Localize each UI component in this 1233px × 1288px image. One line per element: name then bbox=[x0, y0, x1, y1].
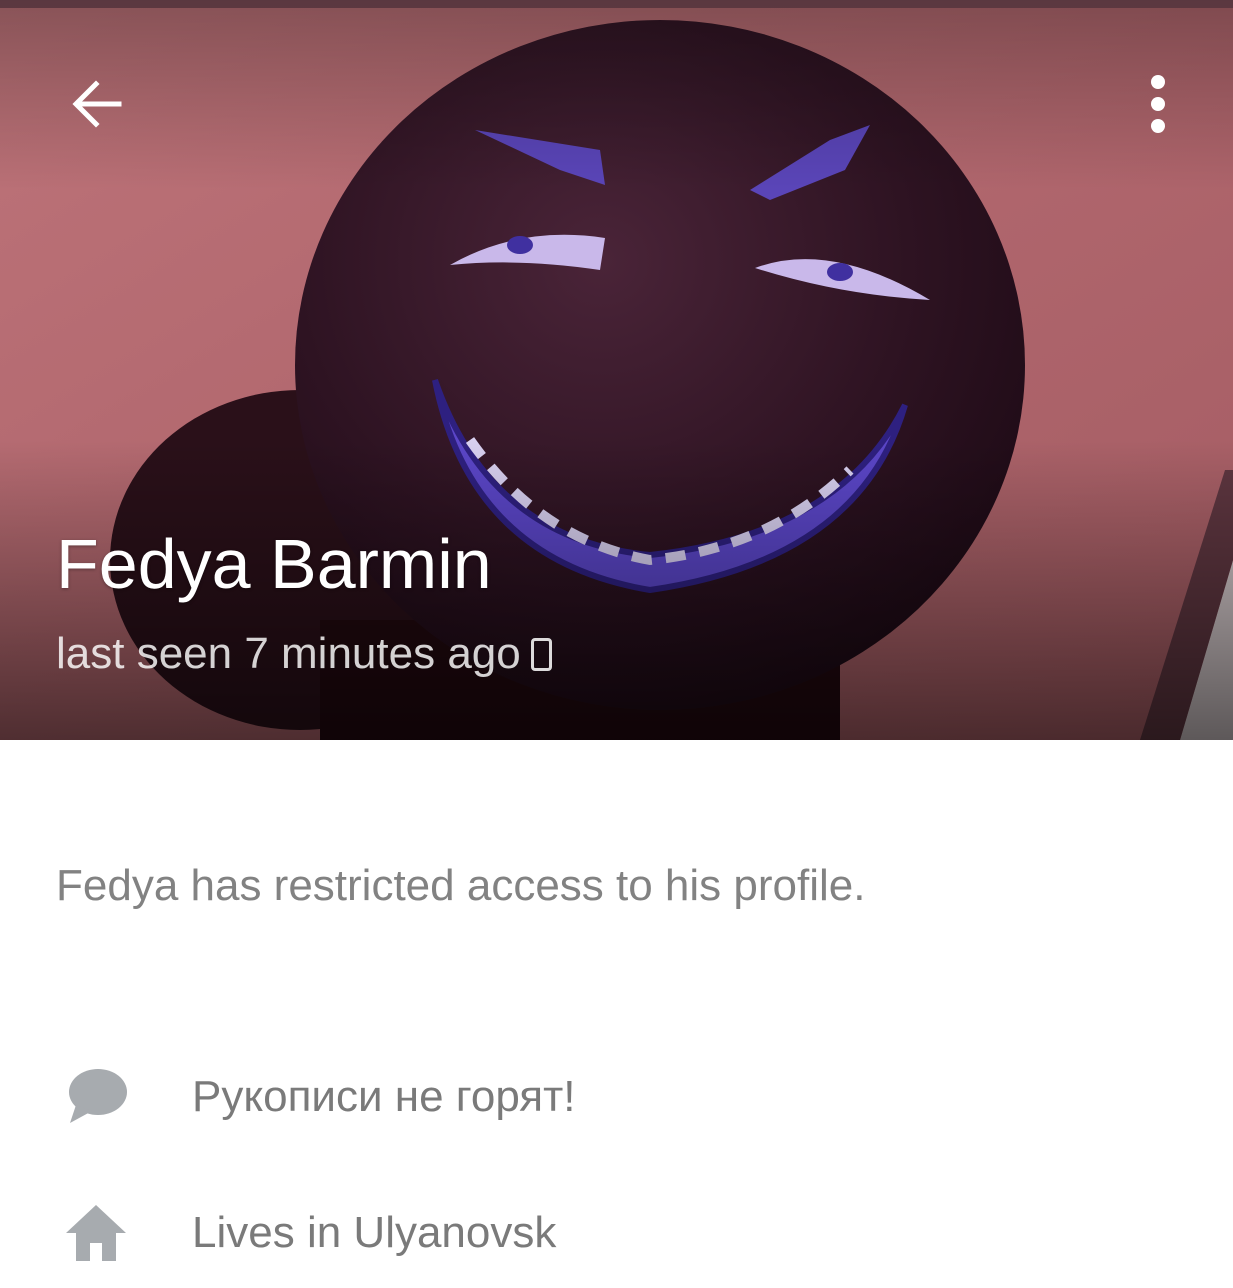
back-button[interactable] bbox=[52, 60, 140, 148]
profile-header: Fedya Barmin last seen 7 minutes ago bbox=[0, 0, 1233, 740]
mobile-phone-icon bbox=[530, 637, 552, 671]
restricted-access-note: Fedya has restricted access to his profi… bbox=[56, 861, 866, 910]
more-options-button[interactable] bbox=[1114, 60, 1202, 148]
info-row-status: Рукописи не горят! bbox=[0, 1042, 1233, 1152]
more-vertical-icon bbox=[1151, 75, 1165, 133]
status-text: Рукописи не горят! bbox=[192, 1072, 576, 1121]
home-icon bbox=[56, 1178, 136, 1288]
city-text: Lives in Ulyanovsk bbox=[192, 1208, 557, 1257]
speech-bubble-icon bbox=[56, 1042, 136, 1152]
last-seen-status: last seen 7 minutes ago bbox=[56, 626, 552, 682]
info-row-city: Lives in Ulyanovsk bbox=[0, 1178, 1233, 1288]
last-seen-text: last seen 7 minutes ago bbox=[56, 629, 521, 678]
profile-name: Fedya Barmin bbox=[56, 525, 492, 603]
arrow-left-icon bbox=[72, 80, 122, 128]
